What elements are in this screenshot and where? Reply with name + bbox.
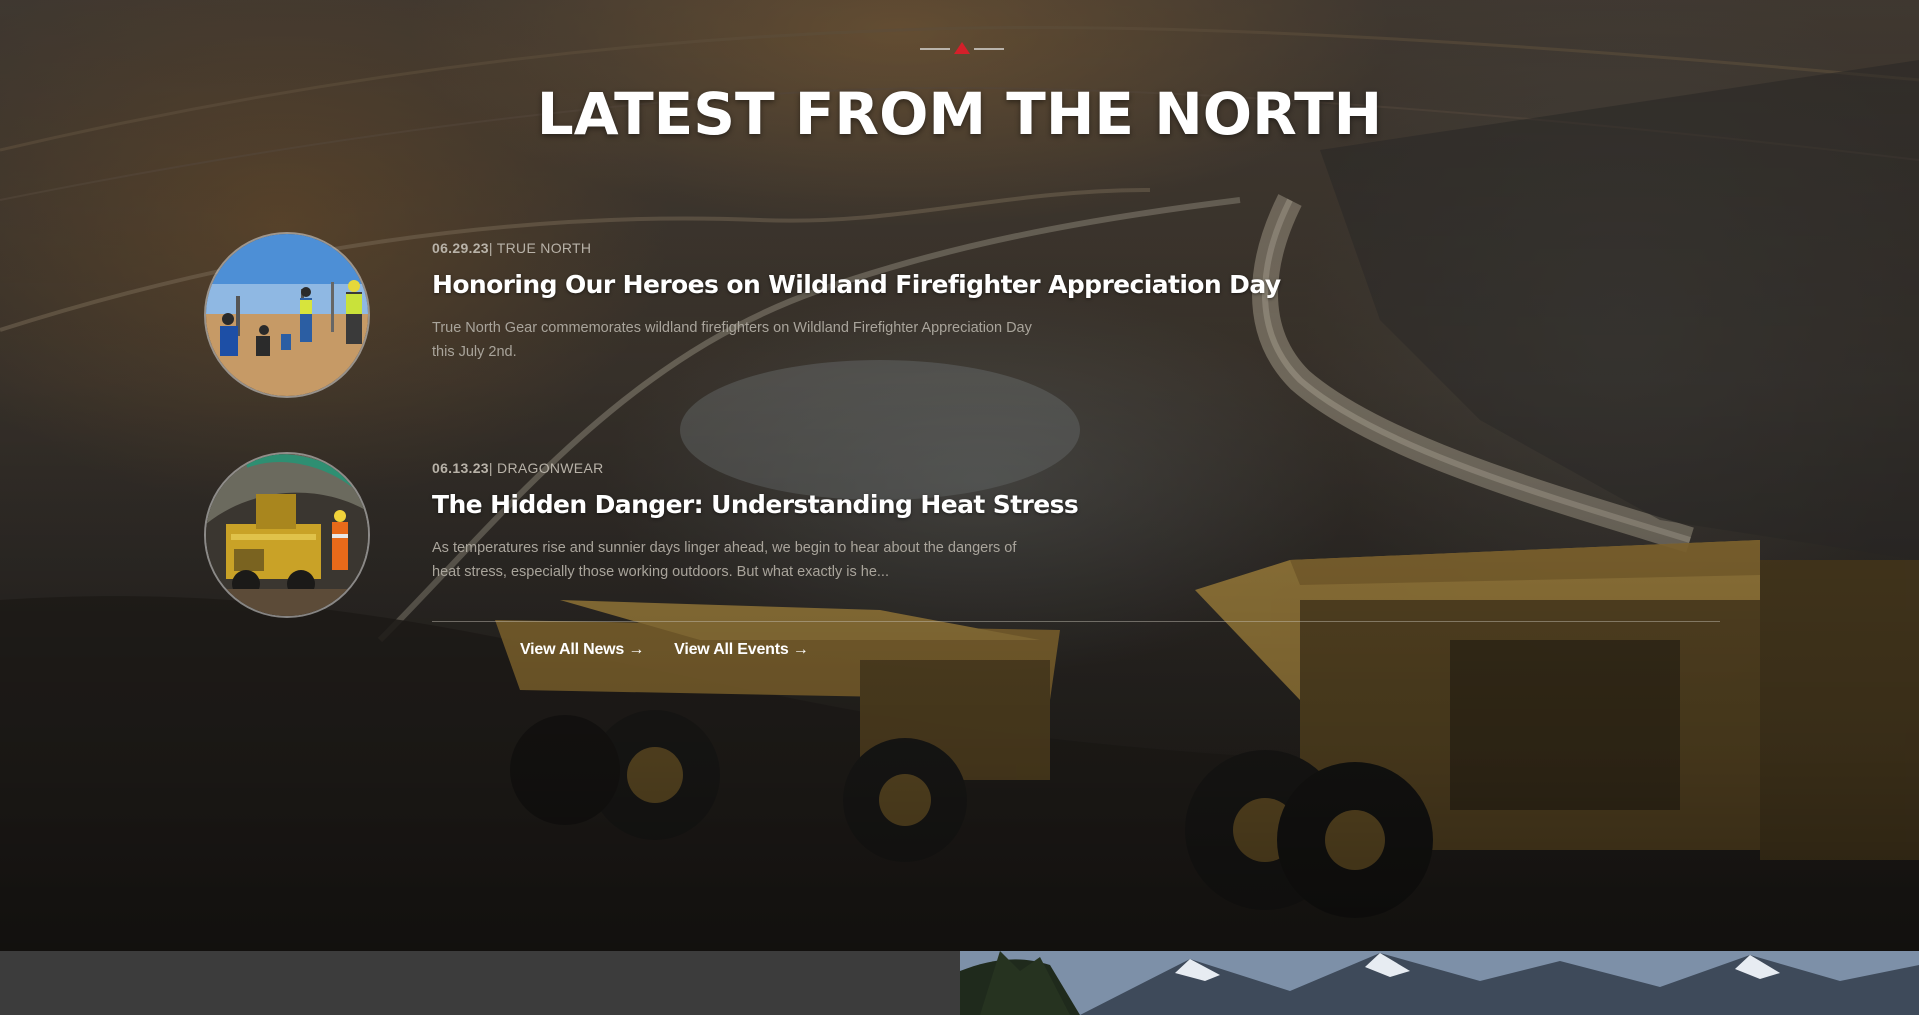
post-category[interactable]: DRAGONWEAR [497,460,603,476]
news-item[interactable]: 06.13.23| DRAGONWEAR The Hidden Danger: … [204,452,1724,622]
view-all-links: View All News → View All Events → [520,641,809,659]
post-title-link[interactable]: The Hidden Danger: Understanding Heat St… [432,490,1079,519]
post-meta: 06.29.23| TRUE NORTH [432,240,591,256]
next-section-preview [0,951,1919,1015]
dark-panel [0,951,960,1015]
post-category[interactable]: TRUE NORTH [497,240,592,256]
view-all-news-link[interactable]: View All News → [520,641,644,659]
section-ornament [920,42,1004,56]
meta-separator: | [488,240,493,256]
post-excerpt: As temperatures rise and sunnier days li… [432,540,1017,580]
mining-machine-photo-icon [206,454,368,616]
post-date: 06.29.23 [432,240,489,256]
meta-separator: | [488,460,493,476]
post-excerpt: True North Gear commemorates wildland fi… [432,320,1032,360]
view-all-events-link[interactable]: View All Events → [674,641,809,659]
section-title: LATEST FROM THE NORTH [536,80,1383,148]
section-divider [432,621,1720,622]
mountain-landscape-icon [960,951,1919,1015]
post-meta: 06.13.23| DRAGONWEAR [432,460,604,476]
news-item[interactable]: 06.29.23| TRUE NORTH Honoring Our Heroes… [204,232,1724,402]
post-thumbnail[interactable] [204,452,370,618]
post-title-link[interactable]: Honoring Our Heroes on Wildland Firefigh… [432,270,1281,299]
mountain-image [960,951,1919,1015]
red-triangle-icon [954,42,970,54]
post-thumbnail[interactable] [204,232,370,398]
hero-section: LATEST FROM THE NORTH 06.29.23| TRUE NOR… [0,0,1919,951]
post-date: 06.13.23 [432,460,489,476]
field-workers-photo-icon [206,234,368,396]
